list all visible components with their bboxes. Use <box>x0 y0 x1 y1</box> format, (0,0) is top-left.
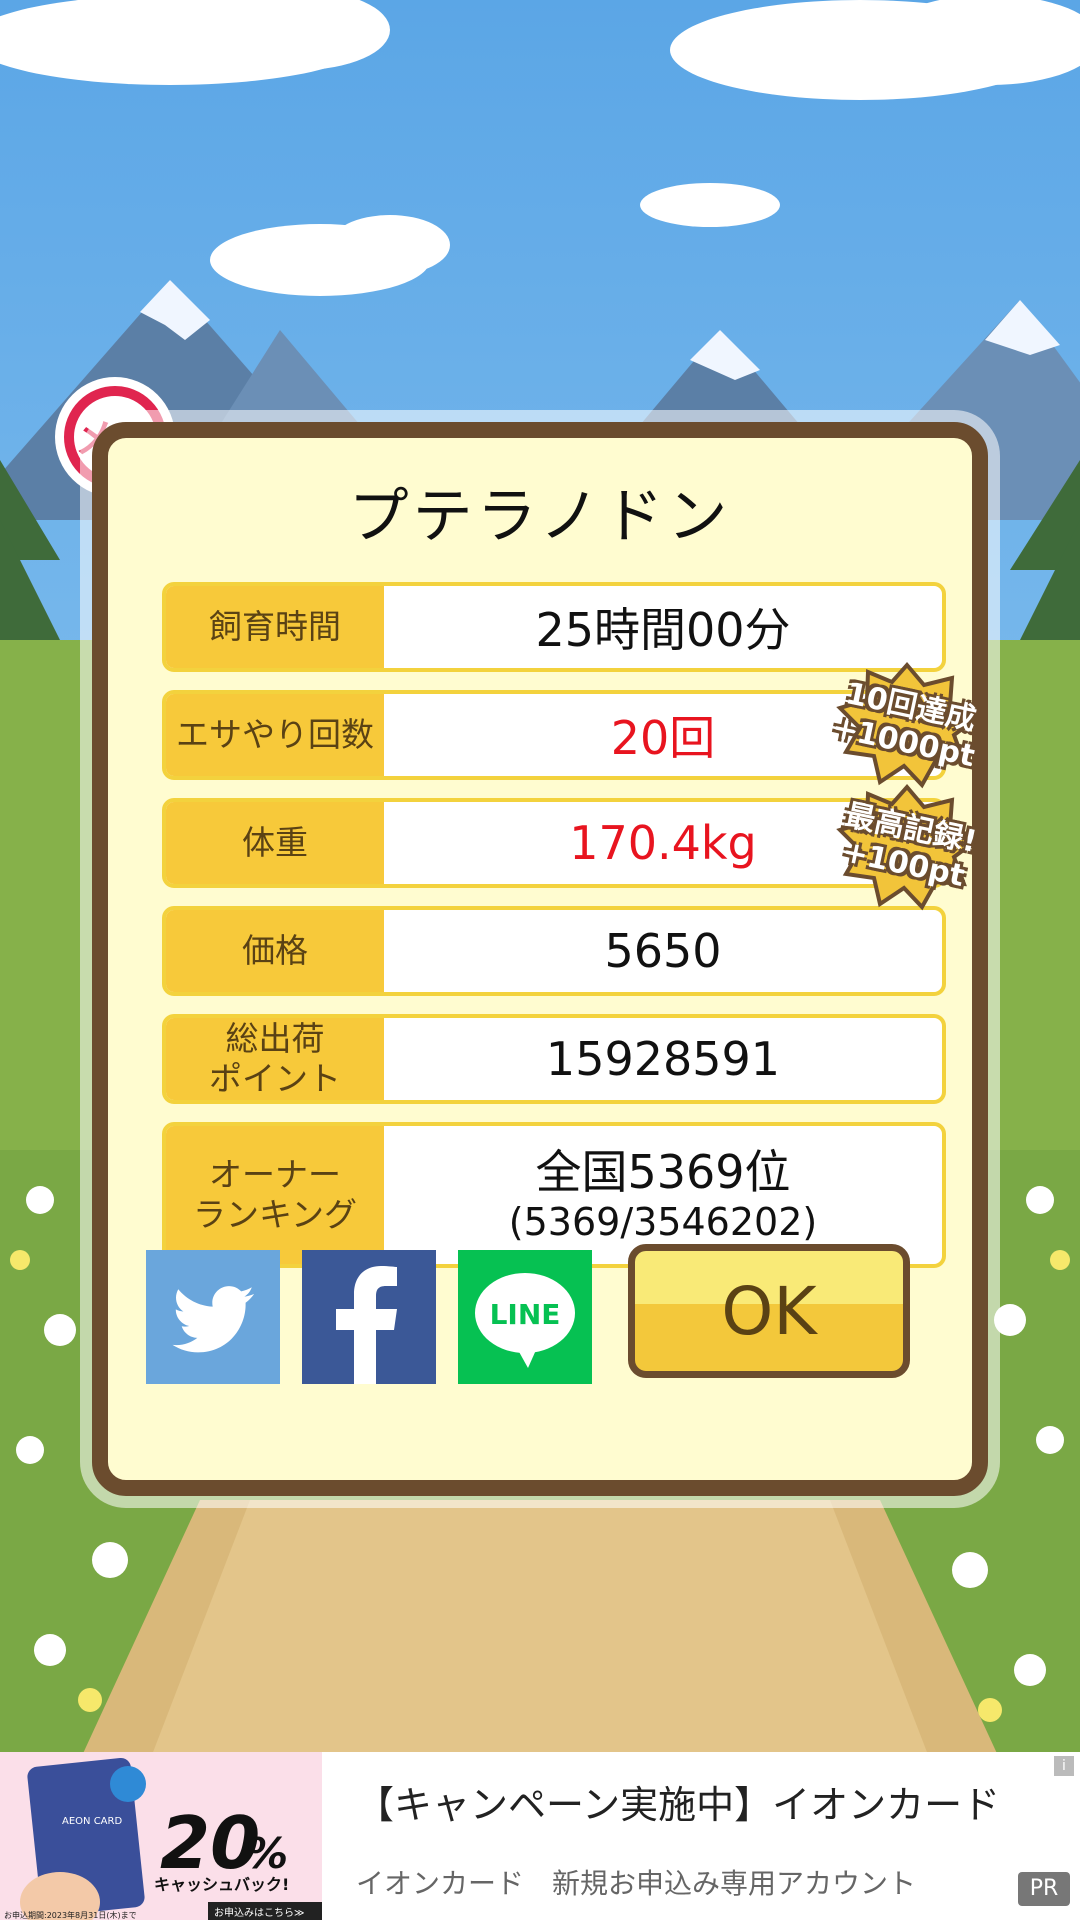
row-total-shipping-points: 総出荷 ポイント 15928591 <box>162 1014 946 1104</box>
total-shipping-points-value: 15928591 <box>545 1032 781 1086</box>
line-share-button[interactable]: LINE <box>458 1250 592 1384</box>
ad-image[interactable]: AEON CARD 20 % キャッシュバック! お申込みはこちら≫ お申込期間… <box>0 1752 322 1920</box>
achievement-best-record: 最高記録! +100pt <box>832 782 982 912</box>
total-shipping-points-label: 総出荷 ポイント <box>166 1018 384 1100</box>
facebook-share-button[interactable] <box>302 1250 436 1384</box>
ad-pr-badge: PR <box>1018 1872 1070 1906</box>
ad-cta: お申込みはこちら≫ <box>214 1906 304 1919</box>
price-value: 5650 <box>604 924 722 978</box>
ok-button[interactable]: OK <box>628 1244 910 1378</box>
ad-title[interactable]: 【キャンペーン実施中】イオンカード <box>356 1774 1000 1829</box>
breeding-time-label: 飼育時間 <box>166 586 384 668</box>
svg-text:%: % <box>246 1829 288 1878</box>
ad-info-icon[interactable]: i <box>1054 1756 1074 1776</box>
owner-ranking-label: オーナー ランキング <box>166 1126 384 1264</box>
dinosaur-name-title: プテラノドン <box>348 482 732 552</box>
ad-subtitle[interactable]: イオンカード 新規お申込み専用アカウント <box>356 1862 916 1902</box>
row-breeding-time: 飼育時間 25時間00分 <box>162 582 946 672</box>
row-price: 価格 5650 <box>162 906 946 996</box>
dinosaur-result-dialog: プテラノドン 飼育時間 25時間00分 エサやり回数 20回 体重 170.4k… <box>92 422 988 1496</box>
line-icon: LINE <box>475 1273 575 1368</box>
ranking-position: 全国5369位 <box>535 1145 791 1199</box>
svg-text:LINE: LINE <box>490 1298 561 1331</box>
ad-cashback: キャッシュバック! <box>154 1875 289 1894</box>
facebook-icon <box>336 1266 397 1384</box>
twitter-icon <box>172 1286 255 1353</box>
ad-period: お申込期間:2023年8月31日(木)まで <box>4 1910 137 1920</box>
ad-banner[interactable]: AEON CARD 20 % キャッシュバック! お申込みはこちら≫ お申込期間… <box>0 1752 1080 1920</box>
feed-count-label: エサやり回数 <box>166 694 384 776</box>
twitter-share-button[interactable] <box>146 1250 280 1384</box>
weight-label: 体重 <box>166 802 384 884</box>
ranking-ratio: (5369/3546202) <box>508 1200 818 1244</box>
price-label: 価格 <box>166 910 384 992</box>
ad-card-name: AEON CARD <box>62 1816 122 1827</box>
